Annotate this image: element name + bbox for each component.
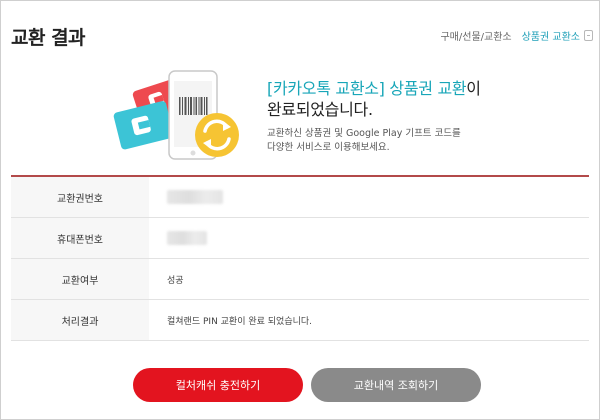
result-table: 교환권번호 휴대폰번호 교환여부 성공 처리결과 컬쳐랜드 PIN 교환이 완료… <box>11 175 589 341</box>
page-header: 교환 결과 구매/선물/교환소 상품권 교환소 <box>1 1 600 67</box>
breadcrumb-current[interactable]: 상품권 교환소 <box>522 28 580 43</box>
table-row-voucher-number: 교환권번호 <box>11 177 589 218</box>
view-exchange-history-button[interactable]: 교환내역 조회하기 <box>311 368 481 402</box>
result-message: [카카오톡 교환소] 상품권 교환이 완료되었습니다. <box>267 78 481 120</box>
refresh-coin-icon <box>195 113 239 157</box>
row-label: 처리결과 <box>11 300 149 340</box>
row-value <box>149 218 589 258</box>
external-link-icon[interactable] <box>584 30 593 41</box>
window-frame: 교환 결과 구매/선물/교환소 상품권 교환소 [카카오톡 교환소] 상품권 교… <box>0 0 600 420</box>
page-title: 교환 결과 <box>11 27 86 49</box>
row-label: 휴대폰번호 <box>11 218 149 258</box>
exchange-illustration <box>113 70 239 160</box>
breadcrumb: 구매/선물/교환소 상품권 교환소 <box>440 28 593 43</box>
breadcrumb-link[interactable]: 구매/선물/교환소 <box>440 28 511 43</box>
charge-culture-cash-button[interactable]: 컬처캐쉬 충전하기 <box>133 368 303 402</box>
masked-phone-number <box>167 231 207 245</box>
result-message-line2: 완료되었습니다. <box>267 100 373 119</box>
table-row-exchange-status: 교환여부 성공 <box>11 259 589 300</box>
row-value <box>149 177 589 217</box>
masked-voucher-number <box>167 190 223 204</box>
result-hero: [카카오톡 교환소] 상품권 교환이 완료되었습니다. 교환하신 상품권 및 G… <box>1 67 600 175</box>
row-value: 성공 <box>167 275 184 286</box>
row-label: 교환권번호 <box>11 177 149 217</box>
row-value: 컬쳐랜드 PIN 교환이 완료 되었습니다. <box>167 316 313 327</box>
result-description-line1: 교환하신 상품권 및 Google Play 기프트 코드를 <box>267 128 461 139</box>
table-row-process-result: 처리결과 컬쳐랜드 PIN 교환이 완료 되었습니다. <box>11 300 589 341</box>
result-description-line2: 다양한 서비스로 이용해보세요. <box>267 142 390 153</box>
result-message-suffix: 이 <box>466 79 481 98</box>
table-row-phone-number: 휴대폰번호 <box>11 218 589 259</box>
result-description: 교환하신 상품권 및 Google Play 기프트 코드를 다양한 서비스로 … <box>267 127 547 155</box>
result-message-highlight: [카카오톡 교환소] 상품권 교환 <box>267 79 467 98</box>
row-label: 교환여부 <box>11 259 149 299</box>
